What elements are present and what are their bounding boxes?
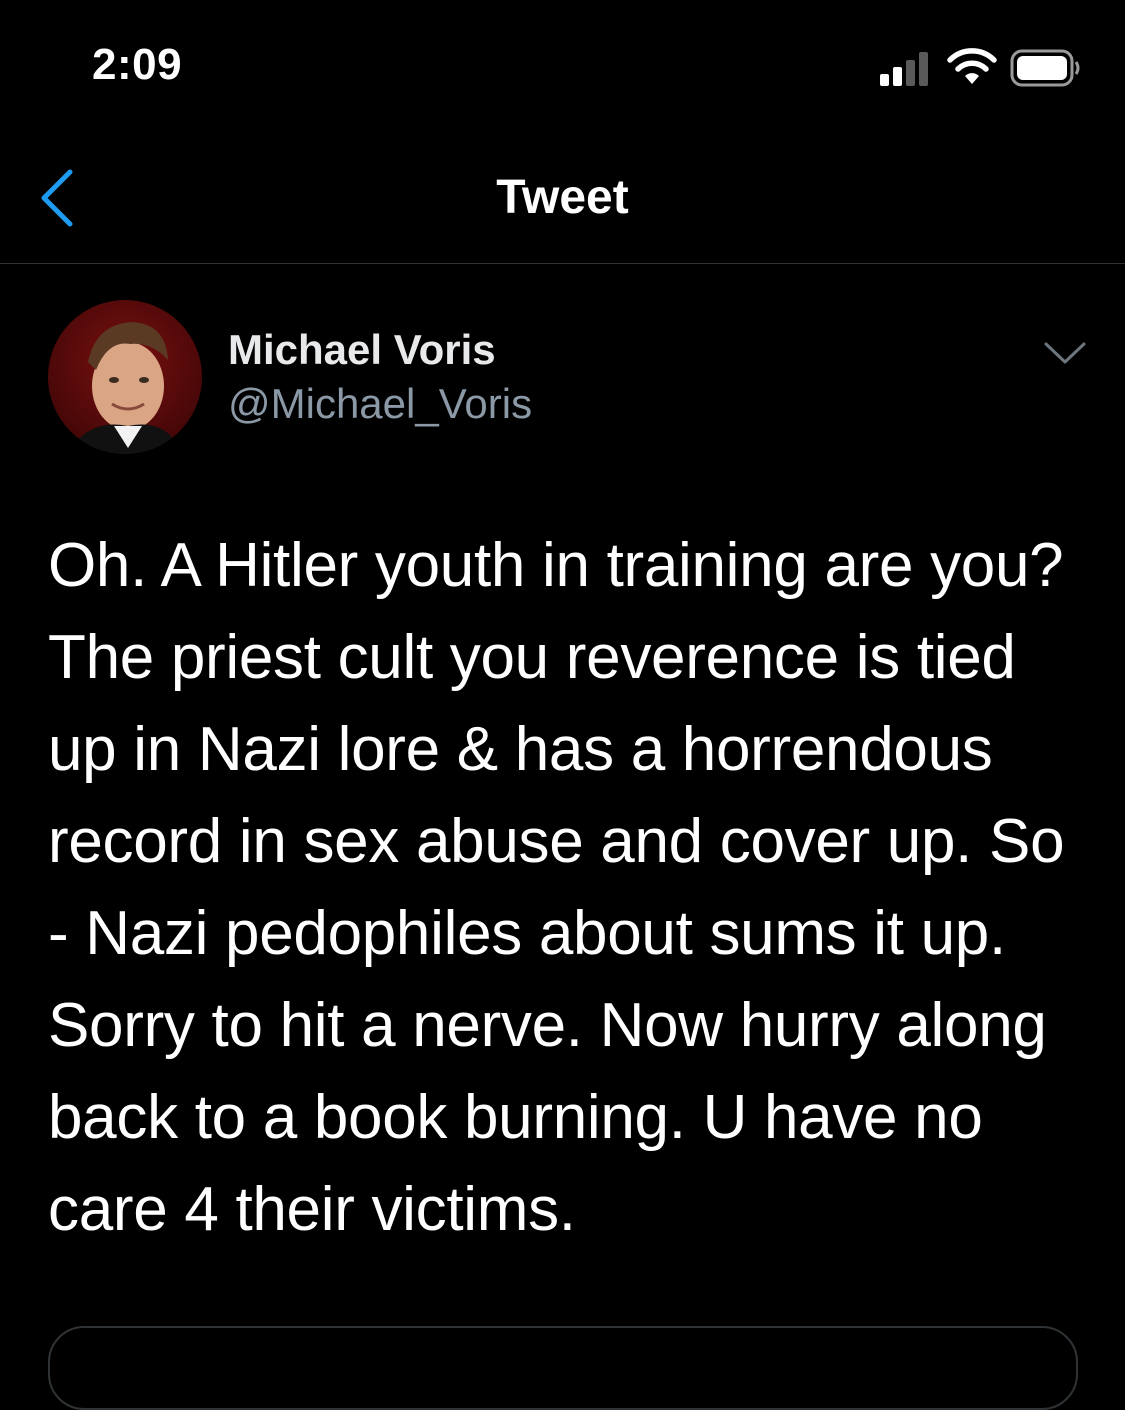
battery-icon [1010,49,1080,87]
status-bar: 2:09 [0,0,1125,130]
avatar[interactable] [48,300,202,454]
status-time: 2:09 [92,40,183,89]
author-display-name[interactable]: Michael Voris [228,326,496,374]
cellular-signal-icon [880,52,928,86]
wifi-icon [947,48,997,84]
bottom-card[interactable] [48,1326,1078,1410]
chevron-down-icon[interactable] [1040,334,1090,374]
tweet-author: Michael Voris @Michael_Voris [0,264,1125,464]
tweet-text: Oh. A Hitler youth in training are you? … [48,531,1065,1244]
nav-header: Tweet [0,130,1125,264]
author-handle[interactable]: @Michael_Voris [228,380,532,428]
page-title: Tweet [496,171,629,224]
